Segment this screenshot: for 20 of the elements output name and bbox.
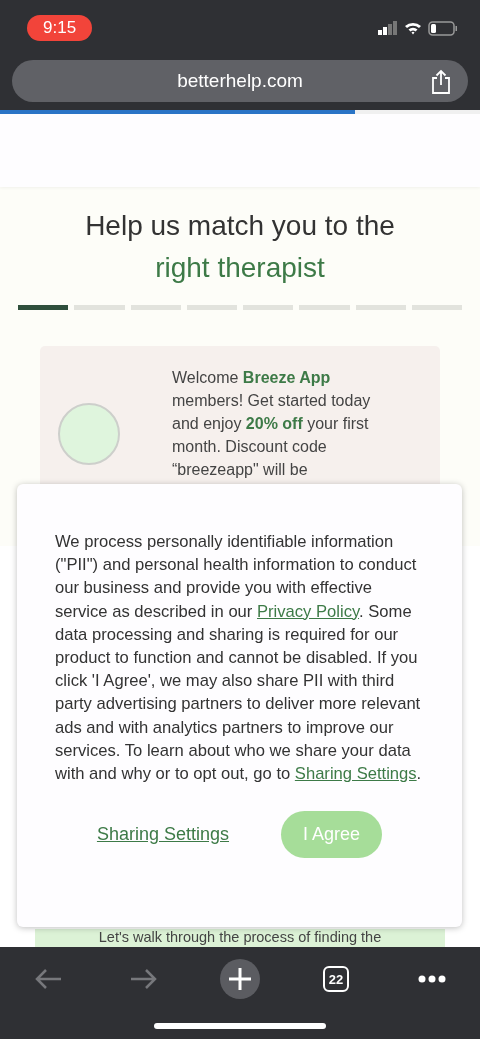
consent-text: We process personally identifiable information ("PII") and personal health information to conduct our business and provide you with effective service as described in our Privacy Policy. Some data processing and sharing is required for our product to function and cannot be disabled. If you click 'I Agree', we may also share PII with third party advertising partners to deliver more relevant ads and with analytics partners to improve our services. To learn about who we share your data with and why or to opt out, go to Sharing Settings. — [55, 531, 423, 786]
consent-link[interactable]: Privacy Policy — [257, 601, 360, 621]
consent-link[interactable]: Sharing Settings — [294, 764, 417, 784]
tab-count-button[interactable]: 22 — [323, 966, 349, 992]
promo-text: Welcome Breeze App members! Get started today and enjoy 20% off your first month. Discount code “breezeapp" will be — [172, 368, 372, 480]
share-icon[interactable] — [430, 69, 452, 95]
back-icon[interactable] — [34, 968, 62, 990]
page-heading: Help us match you to the right therapist — [84, 209, 396, 285]
sharing-settings-link[interactable]: Sharing Settings — [96, 824, 229, 846]
new-tab-button[interactable] — [220, 959, 260, 999]
plus-icon — [228, 967, 252, 991]
signal-icon — [378, 21, 398, 35]
intro-text: Let's walk through the process of finding the — [97, 929, 383, 946]
more-icon[interactable] — [418, 975, 446, 983]
address-bar[interactable]: betterhelp.com — [12, 60, 468, 102]
forward-icon[interactable] — [130, 968, 158, 990]
clock-time: 9:15 — [27, 15, 93, 41]
battery-icon — [428, 20, 458, 36]
wifi-icon — [404, 21, 422, 35]
address-text: betterhelp.com — [177, 70, 303, 92]
